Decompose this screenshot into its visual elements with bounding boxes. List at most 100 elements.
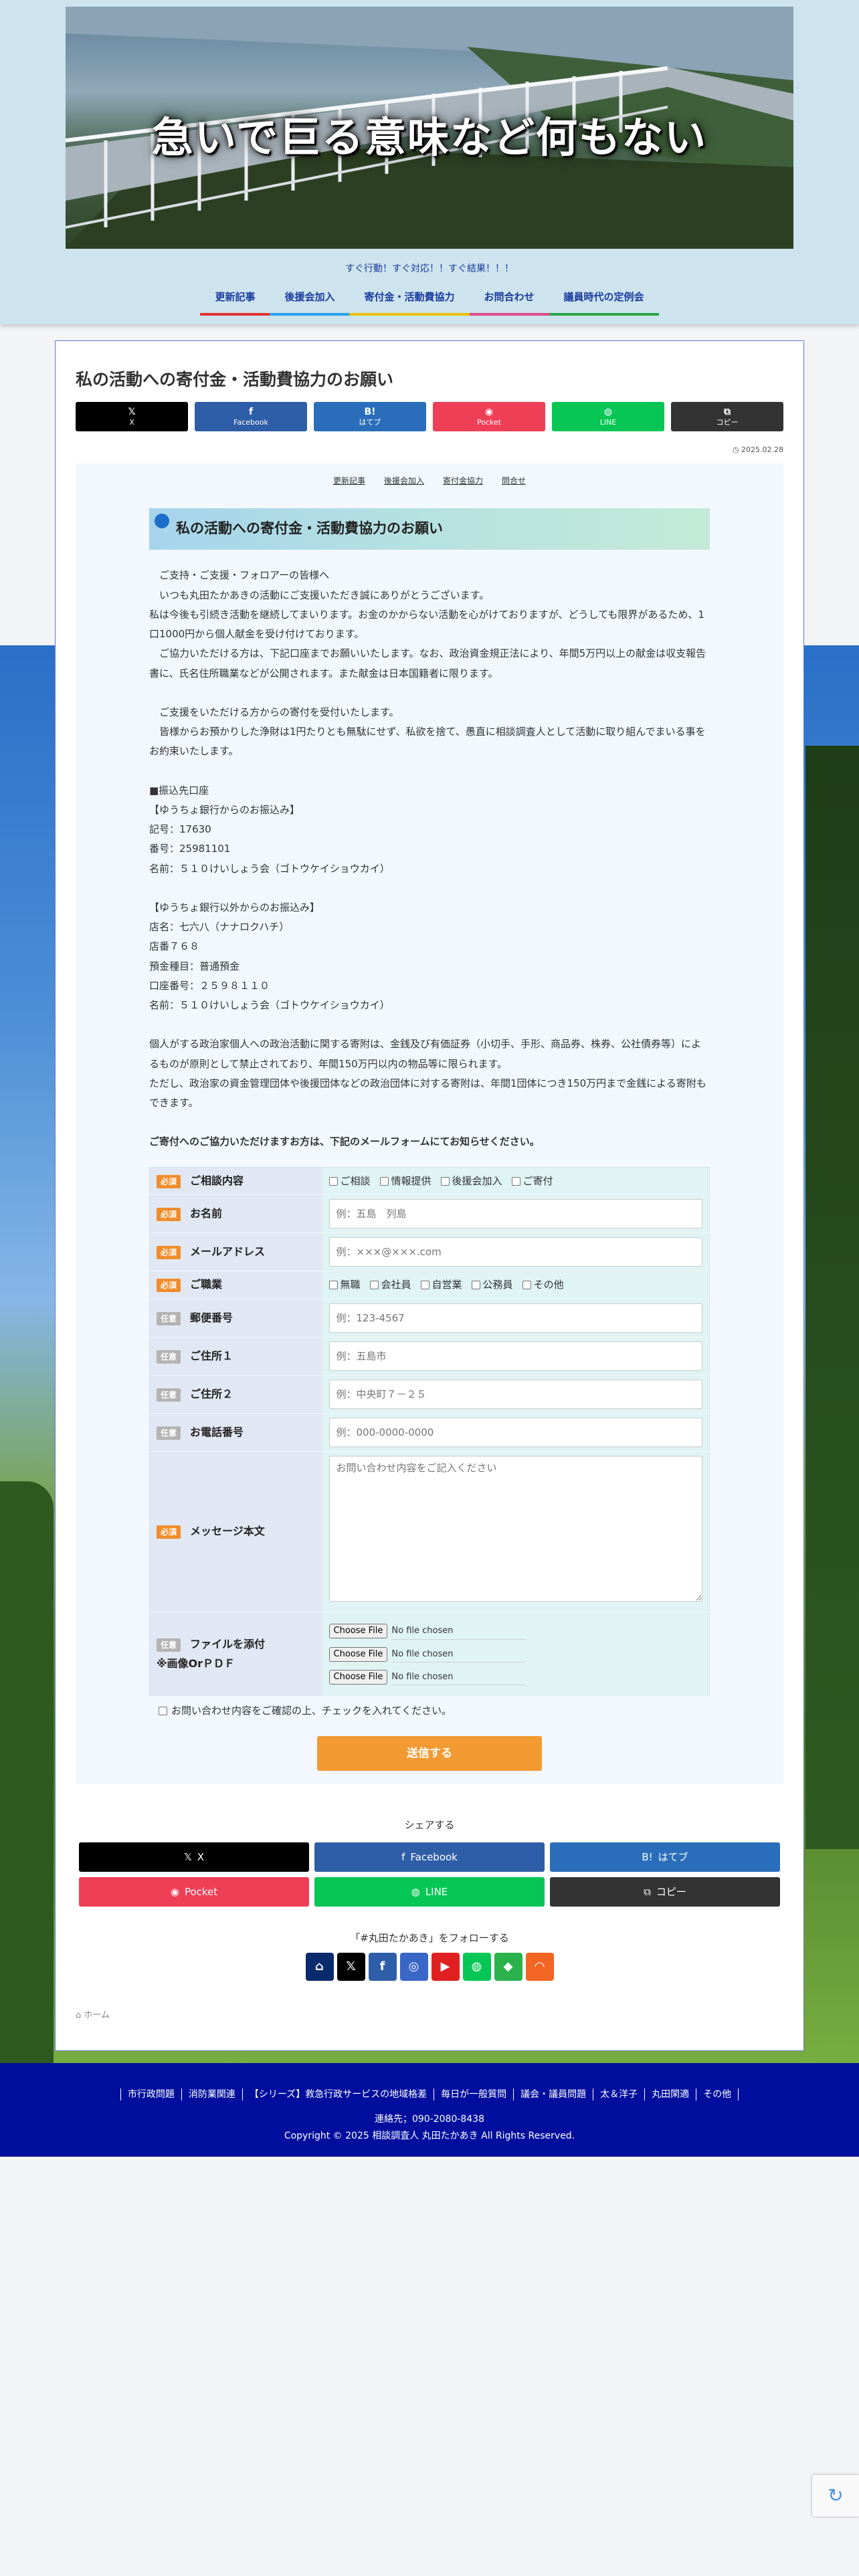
share-label: Facebook [410, 1850, 458, 1863]
checkbox-supporter[interactable]: 後援会加入 [440, 1172, 502, 1190]
share-copy-button[interactable]: ⧉ コピー [671, 402, 783, 431]
nav-item-donation[interactable]: 寄付金・活動費協力 [349, 284, 470, 316]
banner-title: 急いで巨る意味など何もない [151, 113, 708, 162]
share-facebook-button[interactable]: f Facebook [195, 402, 307, 431]
nav-item-council[interactable]: 議員時代の定例会 [549, 284, 659, 316]
checkbox-employee[interactable]: 会社員 [369, 1276, 411, 1294]
share-label: Pocket [476, 417, 502, 427]
file-input-3: Choose File No file chosen [328, 1669, 703, 1686]
share-label: Pocket [184, 1885, 218, 1898]
share-hatena-button[interactable]: B! はてブ [550, 1842, 780, 1872]
share-facebook-button[interactable]: f Facebook [314, 1842, 545, 1872]
share-line-button[interactable]: ◍ LINE [314, 1877, 545, 1907]
article-text: ご支持・ご支援・フォロアーの皆様へ いつも丸田たかあきの活動にご支援いただき誠に… [149, 566, 710, 1152]
checkbox-box[interactable] [522, 1281, 531, 1290]
recaptcha-badge[interactable]: ↻ [812, 2475, 859, 2517]
hatena-icon: B! [364, 407, 376, 417]
nav-item-contact[interactable]: お問合わせ [469, 284, 549, 316]
share-x-button[interactable]: 𝕏X [76, 402, 188, 431]
checkbox-unemployed[interactable]: 無職 [328, 1276, 361, 1294]
checkbox-box[interactable] [328, 1281, 338, 1290]
confirm-label: お問い合わせ内容をご確認の上、チェックを入れてください。 [171, 1705, 452, 1717]
confirm-checkbox[interactable] [159, 1707, 167, 1716]
page-bottom: ↻ [0, 2157, 859, 2539]
form-input-cell [322, 1232, 710, 1272]
tel-label: お電話番号 [190, 1425, 244, 1438]
checkbox-box[interactable] [471, 1281, 480, 1290]
share-x-button[interactable]: 𝕏X [79, 1842, 309, 1872]
sub-link-contact[interactable]: 問合せ [502, 474, 526, 489]
footer-link[interactable]: 丸田閑適 [644, 2088, 696, 2101]
footer-link[interactable]: 消防業関連 [181, 2088, 242, 2101]
breadcrumb: ⌂ ホーム [76, 2008, 783, 2023]
footer-link[interactable]: 太＆洋子 [593, 2088, 644, 2101]
share-buttons-bottom: 𝕏X f Facebook B! はてブ ◉ Pocket ◍ LINE ⧉ コピー [79, 1842, 780, 1907]
facebook-icon[interactable]: f [368, 1953, 397, 1981]
message-textarea[interactable] [328, 1456, 702, 1602]
checkbox-civil-servant[interactable]: 公務員 [471, 1276, 513, 1294]
footer-link[interactable]: 【シリーズ】救急行政サービスの地域格差 [242, 2088, 434, 2101]
name-input[interactable] [328, 1199, 702, 1229]
confirm-check[interactable]: お問い合わせ内容をご確認の上、チェックを入れてください。 [149, 1702, 710, 1720]
header-banner[interactable]: 急いで巨る意味など何もない [66, 7, 793, 249]
facebook-icon: f [248, 407, 254, 417]
share-pocket-button[interactable]: ◉ Pocket [433, 402, 545, 431]
choose-file-button[interactable]: Choose File [328, 1624, 388, 1639]
choose-file-button[interactable]: Choose File [328, 1646, 388, 1662]
feedly-icon[interactable]: ◆ [494, 1953, 522, 1981]
instagram-icon[interactable]: ◎ [399, 1953, 428, 1981]
article-body: 更新記事 後援会加入 寄付金協力 問合せ 私の活動への寄付金・活動費協力のお願い… [76, 463, 783, 1785]
post-date: ◷ 2025.02.28 [76, 443, 783, 457]
checkbox-box[interactable] [369, 1281, 379, 1290]
x-icon: 𝕏 [183, 1850, 192, 1863]
checkbox-label: 公務員 [482, 1279, 513, 1291]
checkbox-label: その他 [533, 1279, 564, 1291]
submit-button[interactable]: 送信する [317, 1736, 542, 1772]
checkbox-box[interactable] [440, 1176, 450, 1186]
x-icon[interactable]: 𝕏 [337, 1953, 365, 1981]
paragraph: 名前：５１０けいしょう会（ゴトウケイショウカイ） [149, 999, 390, 1012]
checkbox-other[interactable]: その他 [522, 1276, 564, 1294]
checkbox-box[interactable] [511, 1176, 520, 1186]
checkbox-consult[interactable]: ご相談 [328, 1172, 371, 1190]
footer-link[interactable]: 議会・議員問題 [513, 2088, 593, 2101]
email-input[interactable] [328, 1237, 702, 1267]
nav-item-updates[interactable]: 更新記事 [200, 284, 270, 316]
youtube-icon[interactable]: ▶ [431, 1953, 460, 1981]
checkbox-label: 後援会加入 [452, 1174, 502, 1187]
paragraph: 番号：25981101 [149, 843, 231, 855]
sub-link-supporters[interactable]: 後援会加入 [384, 474, 424, 489]
footer-link[interactable]: 市行政問題 [120, 2088, 181, 2101]
address1-input[interactable] [328, 1341, 702, 1372]
paragraph: 名前：５１０けいしょう会（ゴトウケイショウカイ） [149, 862, 390, 875]
form-label-cell: 任意 ご住所２ [149, 1375, 322, 1414]
checkbox-info[interactable]: 情報提供 [379, 1172, 432, 1190]
checkbox-self-employed[interactable]: 自営業 [420, 1276, 462, 1294]
sub-link-donation[interactable]: 寄付金協力 [443, 474, 483, 489]
checkbox-donation[interactable]: ご寄付 [511, 1172, 553, 1190]
home-icon[interactable]: ⌂ [305, 1953, 334, 1981]
copyright: Copyright © 2025 相談調査人 丸田たかあき All Rights… [284, 2131, 575, 2142]
nav-item-supporters[interactable]: 後援会加入 [270, 284, 350, 316]
line-icon[interactable]: ◍ [462, 1953, 491, 1981]
address2-input[interactable] [328, 1380, 702, 1410]
breadcrumb-home-link[interactable]: ホーム [84, 2010, 110, 2020]
checkbox-box[interactable] [328, 1176, 338, 1186]
section-heading: 私の活動への寄付金・活動費協力のお願い [149, 508, 710, 550]
paragraph: 預金種目：普通預金 [149, 960, 240, 972]
zip-input[interactable] [328, 1303, 702, 1333]
checkbox-box[interactable] [379, 1176, 389, 1186]
share-hatena-button[interactable]: B! はてブ [314, 402, 426, 431]
share-line-button[interactable]: ◍ LINE [552, 402, 664, 431]
share-copy-button[interactable]: ⧉ コピー [550, 1877, 780, 1907]
footer-link[interactable]: その他 [696, 2088, 739, 2101]
tel-input[interactable] [328, 1418, 702, 1448]
rss-icon[interactable]: ◠ [525, 1953, 554, 1981]
x-icon: 𝕏 [128, 407, 136, 417]
sub-link-updates[interactable]: 更新記事 [333, 474, 365, 489]
footer-link[interactable]: 毎日が一般質問 [434, 2088, 513, 2101]
checkbox-box[interactable] [420, 1281, 430, 1290]
file-status: No file chosen [391, 1669, 526, 1686]
share-pocket-button[interactable]: ◉ Pocket [79, 1877, 309, 1907]
choose-file-button[interactable]: Choose File [328, 1670, 388, 1685]
